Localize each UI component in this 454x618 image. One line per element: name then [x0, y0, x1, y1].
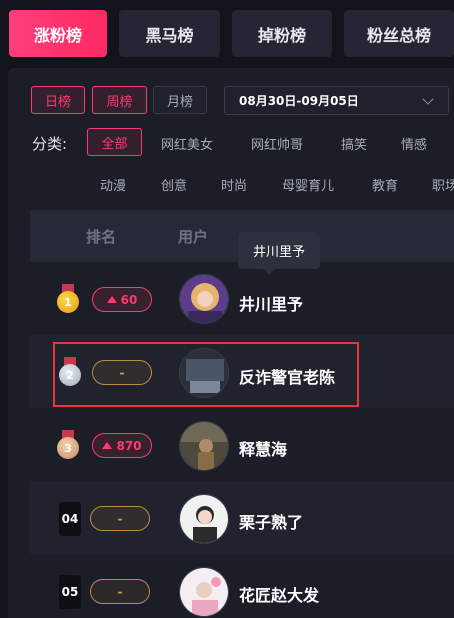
- user-name[interactable]: 释慧海: [239, 436, 287, 460]
- category-item[interactable]: 职场: [432, 175, 454, 194]
- date-range-select[interactable]: 08月30日-09月05日: [224, 86, 449, 115]
- rank-number: 05: [59, 575, 81, 609]
- rank-change-badge: 870: [92, 433, 152, 458]
- category-item[interactable]: 时尚: [221, 175, 247, 194]
- gold-medal-icon: 1: [57, 284, 79, 314]
- avatar[interactable]: [179, 421, 229, 471]
- bronze-medal-icon: 3: [57, 430, 79, 460]
- user-name[interactable]: 栗子熟了: [239, 509, 303, 533]
- user-name[interactable]: 花匠赵大发: [239, 582, 319, 606]
- username-tooltip: 井川里予: [238, 232, 320, 275]
- category-item[interactable]: 网红帅哥: [251, 134, 303, 153]
- chevron-down-icon: [422, 93, 434, 105]
- category-item[interactable]: 创意: [161, 175, 187, 194]
- category-item[interactable]: 教育: [372, 175, 398, 194]
- tab-fan-growth[interactable]: 涨粉榜: [9, 10, 107, 57]
- arrow-up-icon: [102, 442, 113, 449]
- category-item[interactable]: 网红美女: [161, 134, 213, 153]
- user-name[interactable]: 井川里予: [239, 291, 303, 315]
- category-item[interactable]: 情感: [401, 134, 427, 153]
- date-range-value: 08月30日-09月05日: [239, 94, 359, 108]
- avatar[interactable]: [179, 567, 229, 617]
- rank-change-badge: -: [90, 579, 150, 604]
- arrow-up-icon: [106, 296, 117, 303]
- rank-number: 04: [59, 502, 81, 536]
- selection-highlight: [53, 342, 359, 407]
- rank-column-header: 排名: [86, 228, 117, 246]
- category-item[interactable]: 动漫: [100, 175, 126, 194]
- period-monthly-button[interactable]: 月榜: [153, 86, 207, 114]
- rank-change-badge: 60: [92, 287, 152, 312]
- tab-fan-loss[interactable]: 掉粉榜: [232, 10, 332, 57]
- tab-dark-horse[interactable]: 黑马榜: [119, 10, 220, 57]
- category-label: 分类:: [32, 135, 68, 153]
- user-column-header: 用户: [178, 228, 209, 246]
- category-item[interactable]: 母婴育儿: [282, 175, 334, 194]
- period-daily-button[interactable]: 日榜: [31, 86, 85, 114]
- period-weekly-button[interactable]: 周榜: [92, 86, 147, 114]
- category-all[interactable]: 全部: [87, 128, 142, 156]
- avatar[interactable]: [179, 494, 229, 544]
- tab-total-fans[interactable]: 粉丝总榜: [344, 10, 454, 57]
- rank-change-badge: -: [90, 506, 150, 531]
- ranking-tabs: 涨粉榜 黑马榜 掉粉榜 粉丝总榜: [0, 0, 454, 70]
- avatar[interactable]: [179, 274, 229, 324]
- category-item[interactable]: 搞笑: [341, 134, 367, 153]
